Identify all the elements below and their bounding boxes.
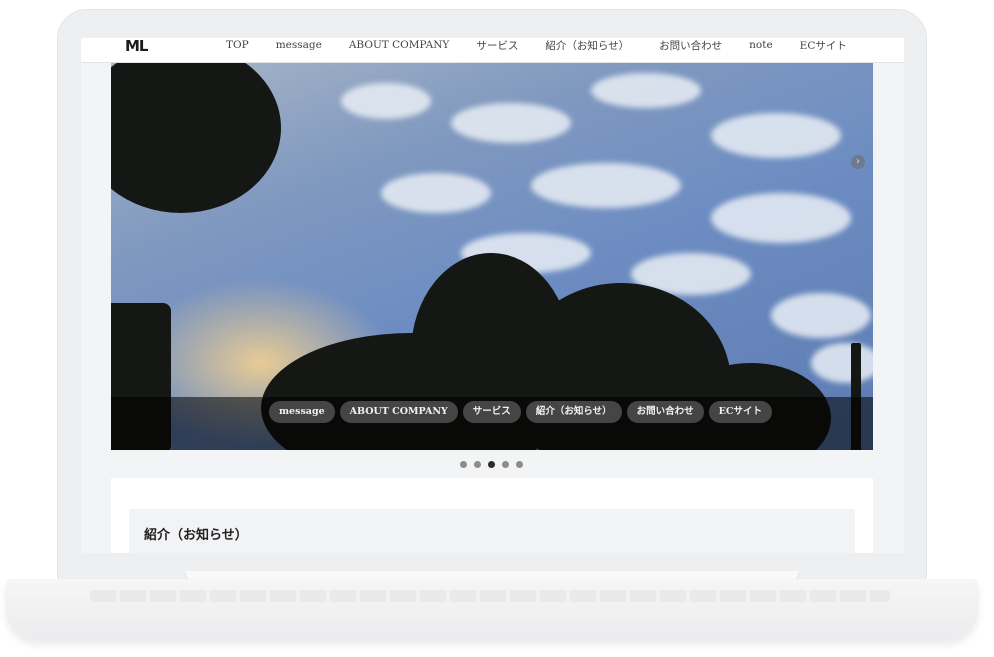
nav-item-about-company[interactable]: ABOUT COMPANY bbox=[349, 39, 450, 51]
hero-cloud bbox=[591, 73, 701, 108]
main-content: 紹介（お知らせ） bbox=[111, 478, 873, 553]
slider-pagination bbox=[460, 461, 530, 468]
hero-cloud bbox=[811, 343, 873, 383]
section-title: 紹介（お知らせ） bbox=[144, 528, 248, 543]
hero-cloud bbox=[341, 83, 431, 119]
nav-item-top[interactable]: TOP bbox=[226, 39, 249, 51]
top-navigation: TOP message ABOUT COMPANY サービス 紹介（お知らせ） … bbox=[226, 38, 847, 52]
hero-cloud bbox=[711, 193, 851, 243]
site-logo[interactable]: ML bbox=[125, 39, 148, 54]
nav-item-introduction[interactable]: 紹介（お知らせ） bbox=[545, 38, 629, 53]
site-header: ML TOP message ABOUT COMPANY サービス 紹介（お知ら… bbox=[81, 38, 904, 63]
hero-tree bbox=[111, 63, 281, 213]
section-header: 紹介（お知らせ） bbox=[129, 509, 855, 553]
slider-dot-active[interactable] bbox=[488, 461, 495, 468]
slider-dot[interactable] bbox=[460, 461, 467, 468]
hero-cloud bbox=[771, 293, 871, 338]
hero-nav-introduction[interactable]: 紹介（お知らせ） bbox=[525, 401, 622, 423]
laptop-keyboard bbox=[90, 590, 890, 602]
nav-item-service[interactable]: サービス bbox=[476, 38, 518, 53]
hero-nav-contact[interactable]: お問い合わせ bbox=[626, 401, 704, 423]
hero-cloud bbox=[711, 113, 841, 158]
nav-item-contact[interactable]: お問い合わせ bbox=[659, 38, 722, 53]
slider-dot[interactable] bbox=[474, 461, 481, 468]
nav-item-note[interactable]: note bbox=[749, 39, 773, 51]
logo-text: ML bbox=[125, 38, 148, 55]
hero-nav-ec-site[interactable]: ECサイト bbox=[708, 401, 772, 423]
hero-nav-message[interactable]: message bbox=[269, 401, 335, 423]
hero-navigation: message ABOUT COMPANY サービス 紹介（お知らせ） お問い合… bbox=[269, 401, 777, 423]
browser-screen: ML TOP message ABOUT COMPANY サービス 紹介（お知ら… bbox=[81, 38, 904, 553]
nav-item-message[interactable]: message bbox=[276, 39, 322, 51]
hero-cloud bbox=[531, 163, 681, 208]
hero-nav-about-company[interactable]: ABOUT COMPANY bbox=[339, 401, 458, 423]
chevron-right-icon[interactable]: › bbox=[851, 155, 865, 169]
slider-dot[interactable] bbox=[516, 461, 523, 468]
hero-cloud bbox=[381, 173, 491, 213]
hero-nav-service[interactable]: サービス bbox=[462, 401, 521, 423]
nav-item-ec-site[interactable]: ECサイト bbox=[800, 38, 847, 53]
slider-dot[interactable] bbox=[502, 461, 509, 468]
hero-cloud bbox=[451, 103, 571, 143]
hero-slider[interactable]: › message ABOUT COMPANY サービス 紹介（お知らせ） お問… bbox=[111, 63, 873, 450]
laptop-base bbox=[6, 579, 978, 639]
